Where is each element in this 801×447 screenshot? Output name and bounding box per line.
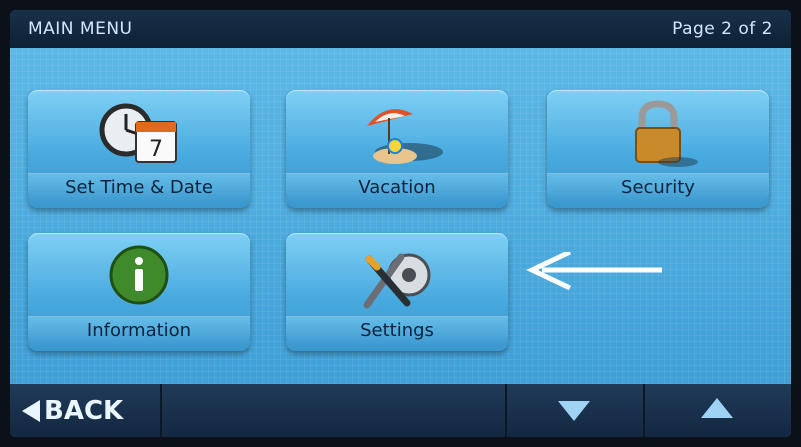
tile-label: Set Time & Date: [28, 173, 250, 202]
menu-title: MAIN MENU: [28, 19, 133, 39]
calendar-day: 7: [149, 137, 163, 162]
touch-display: MAIN MENU Page 2 of 2 7 Set Time & Date: [10, 10, 791, 437]
page-down-button[interactable]: [505, 384, 645, 437]
tile-label: Security: [547, 173, 769, 202]
settings-button[interactable]: Settings: [286, 233, 508, 351]
menu-grid: 7 Set Time & Date Vacation Security Info…: [10, 48, 791, 384]
tile-label: Information: [28, 316, 250, 345]
nav-spacer: [160, 384, 507, 437]
clock-calendar-icon: 7: [99, 103, 177, 163]
vacation-button[interactable]: Vacation: [286, 90, 508, 208]
beach-umbrella-icon: [367, 109, 443, 164]
back-arrow-icon: [22, 400, 40, 422]
page-up-button[interactable]: [643, 384, 791, 437]
padlock-icon: [635, 100, 698, 167]
page-indicator: Page 2 of 2: [672, 19, 773, 39]
triangle-down-icon: [558, 401, 590, 421]
device-bezel: MAIN MENU Page 2 of 2 7 Set Time & Date: [0, 0, 801, 447]
back-label: BACK: [44, 396, 124, 426]
back-button[interactable]: BACK: [10, 384, 162, 437]
info-icon: [109, 245, 169, 305]
tile-label: Settings: [286, 316, 508, 345]
left-arrow-annotation-icon: [526, 252, 662, 291]
triangle-up-icon: [701, 398, 733, 418]
set-time-date-button[interactable]: 7 Set Time & Date: [28, 90, 250, 208]
security-button[interactable]: Security: [547, 90, 769, 208]
tile-label: Vacation: [286, 173, 508, 202]
title-bar: MAIN MENU Page 2 of 2: [10, 10, 791, 48]
wrench-gear-icon: [363, 253, 431, 309]
bottom-nav-bar: BACK: [10, 384, 791, 437]
information-button[interactable]: Information: [28, 233, 250, 351]
